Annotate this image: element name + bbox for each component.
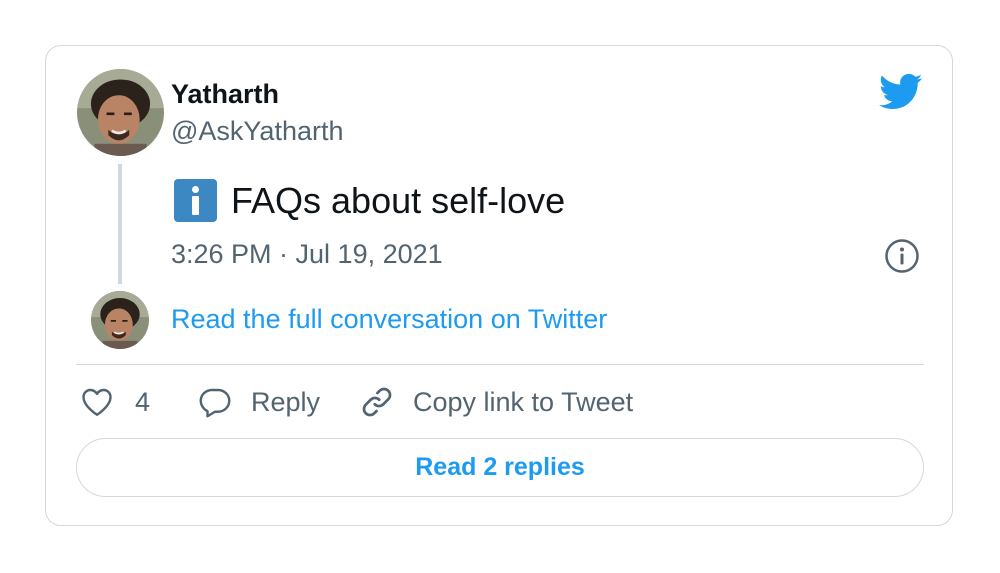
copy-link-button[interactable]: Copy link to Tweet xyxy=(359,381,633,423)
info-circle-icon[interactable] xyxy=(884,238,920,274)
read-replies-button[interactable]: Read 2 replies xyxy=(76,438,924,497)
like-count: 4 xyxy=(135,386,151,417)
conversation-photo xyxy=(91,291,149,349)
divider xyxy=(76,364,924,365)
author-avatar[interactable] xyxy=(77,69,164,156)
information-emoji-icon xyxy=(174,179,217,222)
reply-bubble-icon xyxy=(199,388,231,418)
twitter-bird-icon[interactable] xyxy=(879,73,923,111)
conversation-avatar[interactable] xyxy=(91,291,149,349)
author-handle[interactable]: @AskYatharth xyxy=(171,116,343,147)
tweet-card: Yatharth @AskYatharth FAQs about self-lo… xyxy=(45,45,953,526)
reply-label: Reply xyxy=(251,386,321,417)
author-photo xyxy=(77,69,164,156)
action-bar: 4 Reply Copy link to Tweet xyxy=(79,381,919,423)
reply-button[interactable]: Reply xyxy=(197,381,320,423)
copy-link-label: Copy link to Tweet xyxy=(413,386,634,417)
thread-line xyxy=(118,164,122,284)
read-replies-label: Read 2 replies xyxy=(415,453,585,481)
heart-icon xyxy=(82,388,112,416)
author-name[interactable]: Yatharth xyxy=(171,79,279,110)
read-full-conversation-link[interactable]: Read the full conversation on Twitter xyxy=(171,304,607,335)
tweet-text-content: FAQs about self-love xyxy=(231,179,566,221)
link-icon xyxy=(362,387,392,417)
tweet-timestamp[interactable]: 3:26 PM · Jul 19, 2021 xyxy=(171,239,443,270)
like-button[interactable]: 4 xyxy=(79,381,150,423)
tweet-text: FAQs about self-love xyxy=(174,179,565,222)
